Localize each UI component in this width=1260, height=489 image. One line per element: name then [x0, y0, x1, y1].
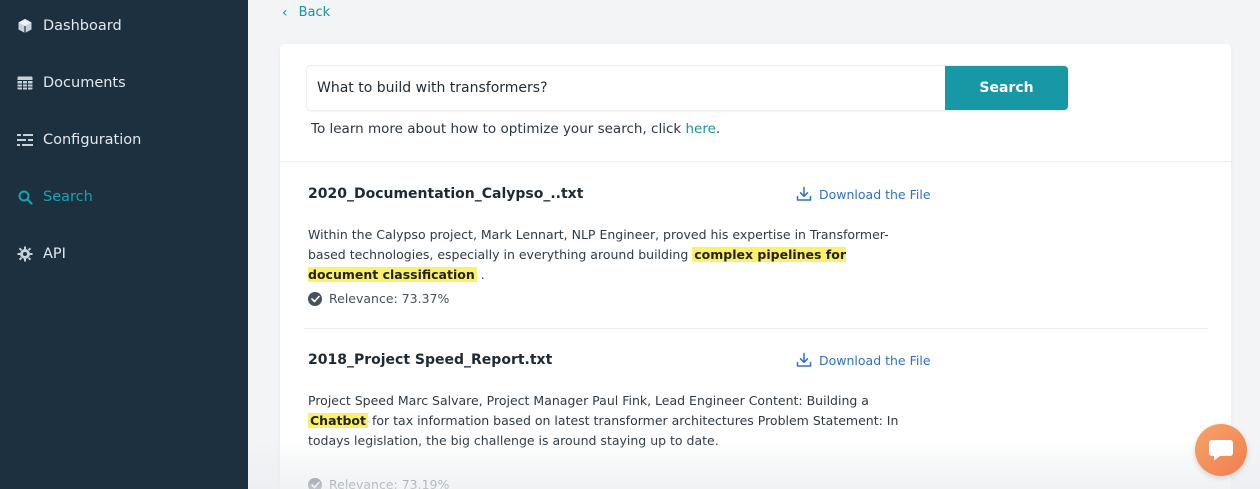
result-title: 2018_Project Speed_Report.txt — [308, 352, 553, 368]
check-circle-icon — [308, 477, 322, 489]
back-link[interactable]: ‹ Back — [282, 5, 330, 20]
divider — [304, 328, 1208, 329]
sidebar-item-label: API — [43, 246, 66, 262]
download-label: Download the File — [819, 186, 931, 202]
search-card: Search To learn more about how to optimi… — [280, 44, 1231, 489]
sidebar-item-search[interactable]: Search — [0, 177, 248, 217]
tip-link[interactable]: here — [685, 121, 715, 137]
relevance-score: Relevance: 73.37% — [308, 291, 449, 306]
search-button[interactable]: Search — [945, 66, 1068, 110]
download-link[interactable]: Download the File — [796, 186, 931, 202]
sidebar-item-api[interactable]: API — [0, 234, 248, 274]
sidebar: Dashboard Documents Configuration Search… — [0, 0, 248, 489]
table-icon — [16, 74, 34, 92]
download-icon — [796, 352, 812, 367]
sidebar-item-label: Documents — [43, 75, 126, 91]
tip-text: To learn more about how to optimize your… — [311, 121, 686, 137]
relevance-label: Relevance: 73.37% — [329, 291, 450, 306]
download-link[interactable]: Download the File — [796, 352, 931, 368]
sidebar-item-documents[interactable]: Documents — [0, 63, 248, 103]
chat-widget-button[interactable] — [1195, 424, 1247, 476]
snippet-text: . — [476, 267, 485, 282]
tip-suffix: . — [715, 121, 721, 137]
result-title: 2020_Documentation_Calypso_..txt — [308, 186, 584, 202]
search-icon — [16, 188, 34, 206]
cube-icon — [16, 17, 34, 35]
chevron-left-icon: ‹ — [282, 4, 288, 21]
gear-icon — [16, 245, 34, 263]
snippet-text: Project Speed Marc Salvare, Project Mana… — [308, 393, 869, 408]
sidebar-item-label: Search — [43, 189, 93, 205]
download-icon — [796, 186, 812, 201]
relevance-score: Relevance: 73.19% — [308, 477, 449, 489]
sidebar-item-label: Dashboard — [43, 18, 122, 34]
relevance-label: Relevance: 73.19% — [329, 477, 450, 489]
snippet-highlight: Chatbot — [308, 413, 368, 428]
sidebar-item-dashboard[interactable]: Dashboard — [0, 6, 248, 46]
main-content: ‹ Back Search To learn more about how to… — [248, 0, 1260, 489]
snippet-text: for tax information based on latest tran… — [308, 413, 899, 448]
download-label: Download the File — [819, 352, 931, 368]
search-input[interactable] — [307, 66, 945, 110]
back-label: Back — [298, 5, 331, 20]
search-bar: Search — [307, 66, 1068, 110]
result-snippet: Within the Calypso project, Mark Lennart… — [308, 225, 918, 285]
sidebar-item-label: Configuration — [43, 132, 142, 148]
sidebar-item-configuration[interactable]: Configuration — [0, 120, 248, 160]
result-snippet: Project Speed Marc Salvare, Project Mana… — [308, 391, 918, 451]
search-tip: To learn more about how to optimize your… — [311, 121, 720, 137]
chat-bubble-icon — [1209, 440, 1233, 461]
sliders-icon — [16, 131, 34, 149]
check-circle-icon — [308, 291, 322, 306]
divider — [280, 161, 1231, 162]
